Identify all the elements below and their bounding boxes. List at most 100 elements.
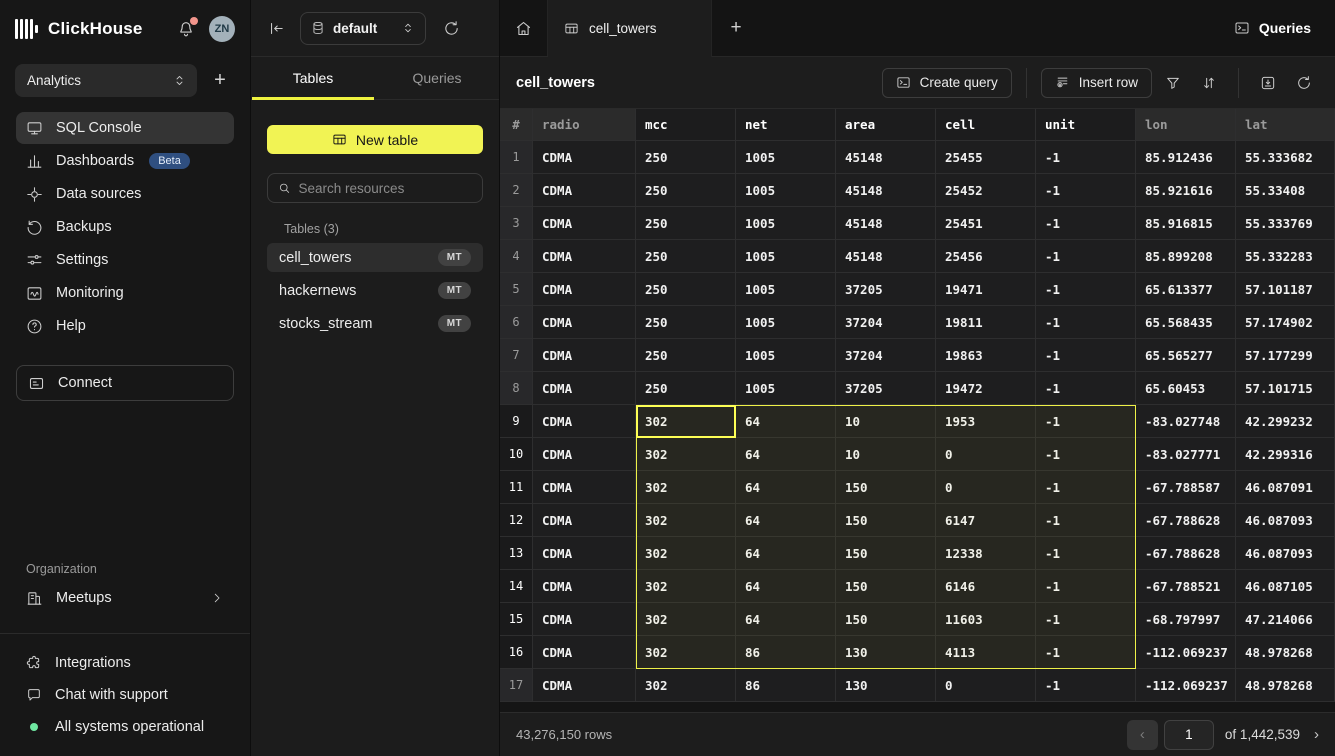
row-number[interactable]: 9 — [500, 405, 533, 438]
cell-lon-row12[interactable]: -67.788628 — [1136, 504, 1236, 537]
cell-lon-row1[interactable]: 85.912436 — [1136, 141, 1236, 174]
cell-area-row6[interactable]: 37204 — [836, 306, 936, 339]
search-input[interactable] — [299, 181, 472, 196]
cell-net-row13[interactable]: 64 — [736, 537, 836, 570]
cell-cell-row5[interactable]: 19471 — [936, 273, 1036, 306]
column-header-radio[interactable]: radio — [533, 109, 636, 141]
cell-lat-row5[interactable]: 57.101187 — [1236, 273, 1335, 306]
cell-net-row10[interactable]: 64 — [736, 438, 836, 471]
cell-radio-row8[interactable]: CDMA — [533, 372, 636, 405]
cell-area-row14[interactable]: 150 — [836, 570, 936, 603]
column-header-num[interactable]: # — [500, 109, 533, 141]
search-box[interactable] — [267, 173, 483, 203]
sidebar-item-settings[interactable]: Settings — [16, 244, 234, 276]
cell-radio-row10[interactable]: CDMA — [533, 438, 636, 471]
cell-net-row2[interactable]: 1005 — [736, 174, 836, 207]
cell-mcc-row2[interactable]: 250 — [636, 174, 736, 207]
cell-area-row12[interactable]: 150 — [836, 504, 936, 537]
row-number[interactable]: 15 — [500, 603, 533, 636]
cell-cell-row15[interactable]: 11603 — [936, 603, 1036, 636]
page-number-input[interactable] — [1164, 720, 1214, 750]
cell-unit-row11[interactable]: -1 — [1036, 471, 1136, 504]
cell-lon-row17[interactable]: -112.069237 — [1136, 669, 1236, 702]
sidebar-item-meetups[interactable]: Meetups — [16, 583, 234, 613]
cell-lat-row10[interactable]: 42.299316 — [1236, 438, 1335, 471]
cell-radio-row13[interactable]: CDMA — [533, 537, 636, 570]
cell-radio-row5[interactable]: CDMA — [533, 273, 636, 306]
cell-area-row1[interactable]: 45148 — [836, 141, 936, 174]
cell-net-row16[interactable]: 86 — [736, 636, 836, 669]
cell-net-row8[interactable]: 1005 — [736, 372, 836, 405]
new-table-button[interactable]: New table — [267, 125, 483, 154]
cell-unit-row8[interactable]: -1 — [1036, 372, 1136, 405]
filter-button[interactable] — [1158, 68, 1188, 98]
column-header-lon[interactable]: lon — [1136, 109, 1236, 141]
cell-lon-row2[interactable]: 85.921616 — [1136, 174, 1236, 207]
cell-mcc-row7[interactable]: 250 — [636, 339, 736, 372]
cell-lat-row13[interactable]: 46.087093 — [1236, 537, 1335, 570]
cell-unit-row5[interactable]: -1 — [1036, 273, 1136, 306]
cell-lat-row11[interactable]: 46.087091 — [1236, 471, 1335, 504]
row-number[interactable]: 2 — [500, 174, 533, 207]
cell-radio-row6[interactable]: CDMA — [533, 306, 636, 339]
row-number[interactable]: 12 — [500, 504, 533, 537]
cell-radio-row17[interactable]: CDMA — [533, 669, 636, 702]
row-number[interactable]: 13 — [500, 537, 533, 570]
cell-cell-row12[interactable]: 6147 — [936, 504, 1036, 537]
sidebar-item-sql-console[interactable]: SQL Console — [16, 112, 234, 144]
cell-lat-row7[interactable]: 57.177299 — [1236, 339, 1335, 372]
prev-page-button[interactable]: ‹ — [1127, 720, 1158, 750]
cell-area-row7[interactable]: 37204 — [836, 339, 936, 372]
tab-queries[interactable]: Queries — [375, 57, 499, 99]
column-header-cell[interactable]: cell — [936, 109, 1036, 141]
cell-lon-row10[interactable]: -83.027771 — [1136, 438, 1236, 471]
cell-unit-row13[interactable]: -1 — [1036, 537, 1136, 570]
create-query-button[interactable]: Create query — [882, 68, 1012, 98]
table-item-hackernews[interactable]: hackernews MT — [267, 276, 483, 305]
cell-lon-row5[interactable]: 65.613377 — [1136, 273, 1236, 306]
cell-radio-row2[interactable]: CDMA — [533, 174, 636, 207]
cell-area-row3[interactable]: 45148 — [836, 207, 936, 240]
cell-net-row6[interactable]: 1005 — [736, 306, 836, 339]
cell-area-row13[interactable]: 150 — [836, 537, 936, 570]
cell-lon-row7[interactable]: 65.565277 — [1136, 339, 1236, 372]
cell-mcc-row14[interactable]: 302 — [636, 570, 736, 603]
cell-lat-row15[interactable]: 47.214066 — [1236, 603, 1335, 636]
column-header-net[interactable]: net — [736, 109, 836, 141]
row-number[interactable]: 6 — [500, 306, 533, 339]
cell-cell-row10[interactable]: 0 — [936, 438, 1036, 471]
cell-net-row14[interactable]: 64 — [736, 570, 836, 603]
queries-button[interactable]: Queries — [1234, 0, 1311, 56]
cell-cell-row6[interactable]: 19811 — [936, 306, 1036, 339]
cell-lat-row12[interactable]: 46.087093 — [1236, 504, 1335, 537]
cell-cell-row1[interactable]: 25455 — [936, 141, 1036, 174]
cell-cell-row11[interactable]: 0 — [936, 471, 1036, 504]
next-page-button[interactable]: › — [1314, 726, 1319, 743]
avatar[interactable]: ZN — [209, 16, 235, 42]
cell-mcc-row17[interactable]: 302 — [636, 669, 736, 702]
cell-net-row7[interactable]: 1005 — [736, 339, 836, 372]
cell-lat-row14[interactable]: 46.087105 — [1236, 570, 1335, 603]
cell-lat-row4[interactable]: 55.332283 — [1236, 240, 1335, 273]
cell-cell-row3[interactable]: 25451 — [936, 207, 1036, 240]
cell-unit-row6[interactable]: -1 — [1036, 306, 1136, 339]
column-header-area[interactable]: area — [836, 109, 936, 141]
sidebar-item-data-sources[interactable]: Data sources — [16, 178, 234, 210]
cell-net-row9[interactable]: 64 — [736, 405, 836, 438]
table-item-stocks-stream[interactable]: stocks_stream MT — [267, 309, 483, 338]
row-number[interactable]: 10 — [500, 438, 533, 471]
cell-net-row3[interactable]: 1005 — [736, 207, 836, 240]
cell-mcc-row3[interactable]: 250 — [636, 207, 736, 240]
sidebar-item-chat-support[interactable]: Chat with support — [16, 680, 234, 710]
cell-area-row5[interactable]: 37205 — [836, 273, 936, 306]
cell-mcc-row5[interactable]: 250 — [636, 273, 736, 306]
cell-unit-row4[interactable]: -1 — [1036, 240, 1136, 273]
cell-lat-row1[interactable]: 55.333682 — [1236, 141, 1335, 174]
cell-net-row15[interactable]: 64 — [736, 603, 836, 636]
row-number[interactable]: 14 — [500, 570, 533, 603]
cell-mcc-row6[interactable]: 250 — [636, 306, 736, 339]
system-status-row[interactable]: All systems operational — [16, 712, 234, 742]
cell-unit-row16[interactable]: -1 — [1036, 636, 1136, 669]
open-tab-cell-towers[interactable]: cell_towers — [548, 0, 712, 57]
cell-area-row10[interactable]: 10 — [836, 438, 936, 471]
